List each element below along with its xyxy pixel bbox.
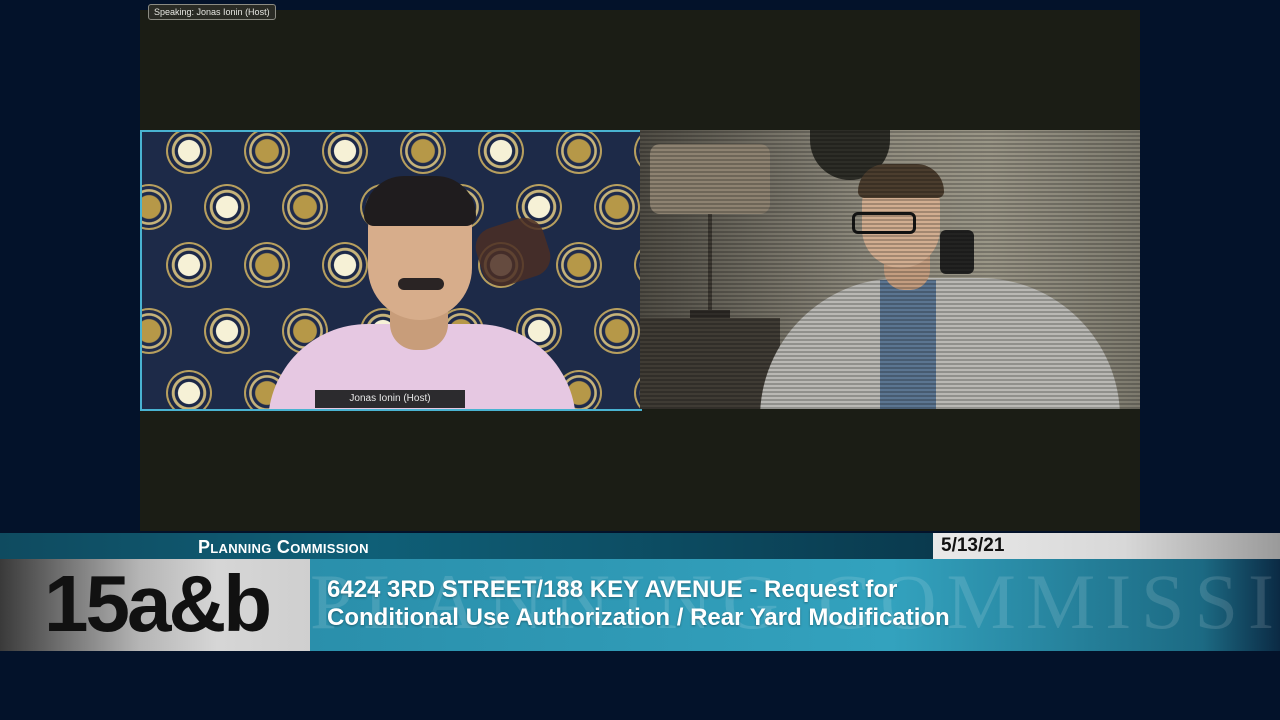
seal-emblem xyxy=(400,132,446,174)
seal-emblem xyxy=(204,184,250,230)
seal-emblem xyxy=(166,242,212,288)
item-description-line-1: 6424 3RD STREET/188 KEY AVENUE - Request… xyxy=(327,576,898,603)
program-title: Planning Commission xyxy=(198,537,369,557)
seal-emblem xyxy=(166,370,212,409)
seal-emblem xyxy=(204,308,250,354)
host-video-tile[interactable]: Jonas Ionin (Host) xyxy=(140,130,642,411)
item-description-line-2: Conditional Use Authorization / Rear Yar… xyxy=(327,604,950,631)
seal-emblem xyxy=(556,242,602,288)
participant-video-tile[interactable] xyxy=(640,130,1140,409)
meeting-date: 5/13/21 xyxy=(941,535,1005,556)
seal-emblem xyxy=(244,242,290,288)
lower-third-title-bar xyxy=(0,533,935,559)
seal-emblem xyxy=(594,184,640,230)
host-hair xyxy=(364,176,476,226)
seal-emblem xyxy=(556,132,602,174)
host-name-tag: Jonas Ionin (Host) xyxy=(315,390,465,408)
seal-emblem xyxy=(142,184,172,230)
seal-emblem xyxy=(142,308,172,354)
seal-emblem xyxy=(282,184,328,230)
seal-emblem xyxy=(478,132,524,174)
seal-emblem xyxy=(594,308,640,354)
speaking-indicator: Speaking: Jonas Ionin (Host) xyxy=(148,4,276,20)
seal-emblem xyxy=(166,132,212,174)
host-mustache xyxy=(398,278,444,290)
zoom-video-area: Speaking: Jonas Ionin (Host) Jonas Ionin… xyxy=(140,4,1140,531)
scanline-overlay xyxy=(640,130,1140,409)
agenda-item-number: 15a&b xyxy=(44,559,272,648)
seal-emblem xyxy=(322,132,368,174)
seal-emblem xyxy=(244,132,290,174)
seal-emblem xyxy=(322,242,368,288)
